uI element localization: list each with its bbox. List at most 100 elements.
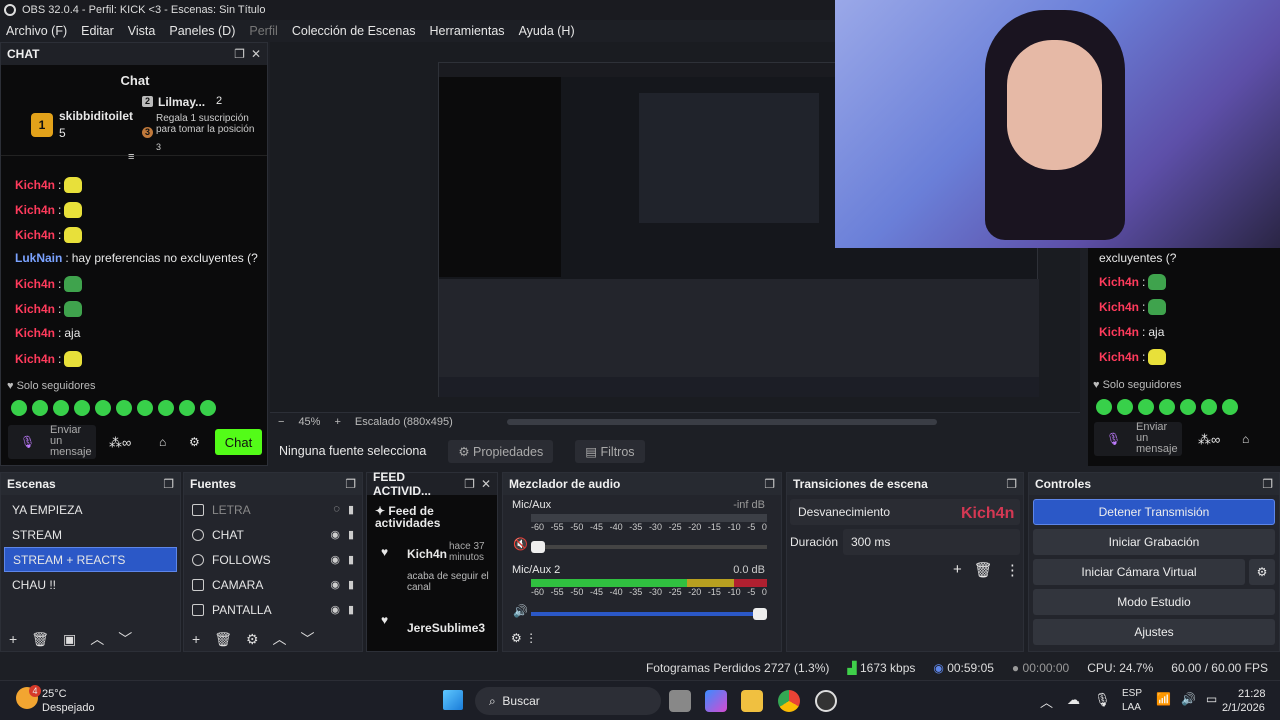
add-icon[interactable]: + (953, 561, 962, 579)
emote-bar[interactable] (1096, 399, 1238, 415)
mic-icon[interactable]: 🎙 (1106, 432, 1121, 446)
file-explorer-icon[interactable] (741, 690, 763, 712)
scene-item[interactable]: STREAM + REACTS (4, 547, 177, 572)
visibility-hidden-icon[interactable]: ◌ (333, 503, 340, 516)
menu-ayuda[interactable]: Ayuda (H) (519, 24, 575, 38)
move-down-icon[interactable]: ﹀ (301, 629, 315, 649)
source-item[interactable]: CHAT ◉ ▮ (184, 522, 362, 547)
source-item[interactable]: PANTALLA ◉ ▮ (184, 597, 362, 622)
share-icon[interactable]: ⁂∞ (1198, 432, 1220, 448)
menu-perfil[interactable]: Perfil (249, 24, 277, 38)
muted-speaker-icon[interactable]: 🔇 (513, 537, 528, 551)
lock-icon[interactable]: ▮ (348, 528, 354, 541)
lock-icon[interactable]: ▮ (348, 503, 354, 516)
scene-item[interactable]: STREAM (4, 522, 177, 547)
float-icon[interactable]: ❐ (764, 477, 775, 491)
volume-slider[interactable] (531, 608, 767, 620)
cloud-icon[interactable]: ☁ (1067, 692, 1080, 711)
battery-icon[interactable]: ▭ (1206, 692, 1217, 706)
source-item[interactable]: FOLLOWS ◉ ▮ (184, 547, 362, 572)
visibility-icon[interactable]: ◉ (330, 603, 340, 616)
trash-icon[interactable]: 🗑 (974, 561, 993, 579)
settings-button[interactable]: Ajustes (1033, 619, 1275, 645)
menu-herramientas[interactable]: Herramientas (430, 24, 505, 38)
emote-bar[interactable] (11, 400, 216, 416)
task-view-icon[interactable] (669, 690, 691, 712)
clock-time[interactable]: 21:28 (1238, 688, 1266, 700)
start-virtual-camera-button[interactable]: Iniciar Cámara Virtual (1033, 559, 1245, 585)
lock-icon[interactable]: ▮ (348, 603, 354, 616)
move-down-icon[interactable]: ﹀ (118, 629, 132, 649)
tray-icons[interactable]: ︿ ☁ 🎙 (1040, 692, 1111, 711)
gear-icon[interactable]: ⚙ (246, 631, 259, 648)
taskbar-search[interactable]: ⌕ Buscar (475, 687, 661, 715)
system-tray-status[interactable]: 📶 🔊 ▭ (1156, 692, 1217, 706)
mixer-settings-icon[interactable]: ⚙ ⋮ (511, 631, 537, 645)
float-icon[interactable]: ❐ (163, 477, 174, 491)
more-icon[interactable]: ⋮ (1005, 561, 1020, 579)
mic-icon[interactable]: 🎙 (1094, 692, 1111, 711)
preview-scrollbar[interactable] (506, 419, 937, 425)
menu-vista[interactable]: Vista (128, 24, 156, 38)
chat-input[interactable]: 🎙 Enviar un mensaje (1094, 422, 1182, 456)
store-icon[interactable]: ⌂ (1242, 432, 1249, 446)
add-icon[interactable]: + (9, 631, 17, 647)
filter-icon[interactable]: ▣ (63, 631, 76, 648)
add-icon[interactable]: + (192, 631, 200, 647)
visibility-icon[interactable]: ◉ (330, 553, 340, 566)
zoom-in-button[interactable]: + (334, 416, 340, 428)
stop-streaming-button[interactable]: Detener Transmisión (1033, 499, 1275, 525)
expand-icon[interactable]: ≡ (128, 151, 134, 163)
clock-date[interactable]: 2/1/2026 (1222, 702, 1265, 714)
source-toolbar: Ninguna fuente selecciona ⚙ Propiedades … (270, 438, 1080, 464)
trash-icon[interactable]: 🗑 (31, 631, 49, 648)
float-icon[interactable]: ❐ (1006, 477, 1017, 491)
duration-input[interactable]: 300 ms (843, 529, 1020, 555)
menu-paneles[interactable]: Paneles (D) (169, 24, 235, 38)
copilot-icon[interactable] (705, 690, 727, 712)
chat-send-button[interactable]: Chat (215, 429, 262, 455)
menu-archivo[interactable]: Archivo (F) (6, 24, 67, 38)
preview-area[interactable] (270, 0, 1280, 413)
mic-icon[interactable]: 🎙 (20, 435, 35, 449)
move-up-icon[interactable]: ︿ (273, 629, 287, 649)
chevron-up-icon[interactable]: ︿ (1040, 692, 1053, 711)
wifi-icon[interactable]: 📶 (1156, 692, 1171, 706)
close-icon[interactable]: ✕ (481, 477, 491, 491)
volume-slider[interactable] (531, 541, 767, 553)
obs-taskbar-icon[interactable] (815, 690, 837, 712)
studio-mode-button[interactable]: Modo Estudio (1033, 589, 1275, 615)
source-item[interactable]: LETRA ◌ ▮ (184, 497, 362, 522)
scene-item[interactable]: CHAU !! (4, 572, 177, 597)
lang-2[interactable]: LAA (1122, 702, 1141, 713)
visibility-icon[interactable]: ◉ (330, 528, 340, 541)
lang-1[interactable]: ESP (1122, 688, 1142, 699)
start-recording-button[interactable]: Iniciar Grabación (1033, 529, 1275, 555)
chat-input[interactable]: 🎙 Enviar un mensaje (8, 425, 96, 459)
source-item[interactable]: CAMARA ◉ ▮ (184, 572, 362, 597)
float-icon[interactable]: ❐ (234, 47, 245, 61)
properties-button[interactable]: ⚙ Propiedades (448, 439, 554, 463)
speaker-icon[interactable]: 🔊 (513, 604, 528, 618)
chrome-icon[interactable] (778, 690, 800, 712)
visibility-icon[interactable]: ◉ (330, 578, 340, 591)
zoom-out-button[interactable]: − (278, 416, 284, 428)
float-icon[interactable]: ❐ (464, 477, 475, 491)
lock-icon[interactable]: ▮ (348, 553, 354, 566)
trash-icon[interactable]: 🗑 (214, 631, 232, 648)
volume-icon[interactable]: 🔊 (1181, 692, 1196, 706)
share-icon[interactable]: ⁂∞ (109, 435, 131, 451)
float-icon[interactable]: ❐ (1262, 477, 1273, 491)
float-icon[interactable]: ❐ (345, 477, 356, 491)
virtual-camera-settings-icon[interactable]: ⚙ (1249, 559, 1275, 585)
store-icon[interactable]: ⌂ (159, 435, 166, 449)
filters-button[interactable]: ▤ Filtros (575, 439, 645, 463)
menu-editar[interactable]: Editar (81, 24, 114, 38)
move-up-icon[interactable]: ︿ (90, 629, 104, 649)
close-icon[interactable]: ✕ (251, 47, 261, 61)
gear-icon[interactable]: ⚙ (189, 435, 200, 449)
lock-icon[interactable]: ▮ (348, 578, 354, 591)
windows-start-icon[interactable] (443, 690, 463, 710)
menu-coleccion[interactable]: Colección de Escenas (292, 24, 416, 38)
scene-item[interactable]: YA EMPIEZA (4, 497, 177, 522)
